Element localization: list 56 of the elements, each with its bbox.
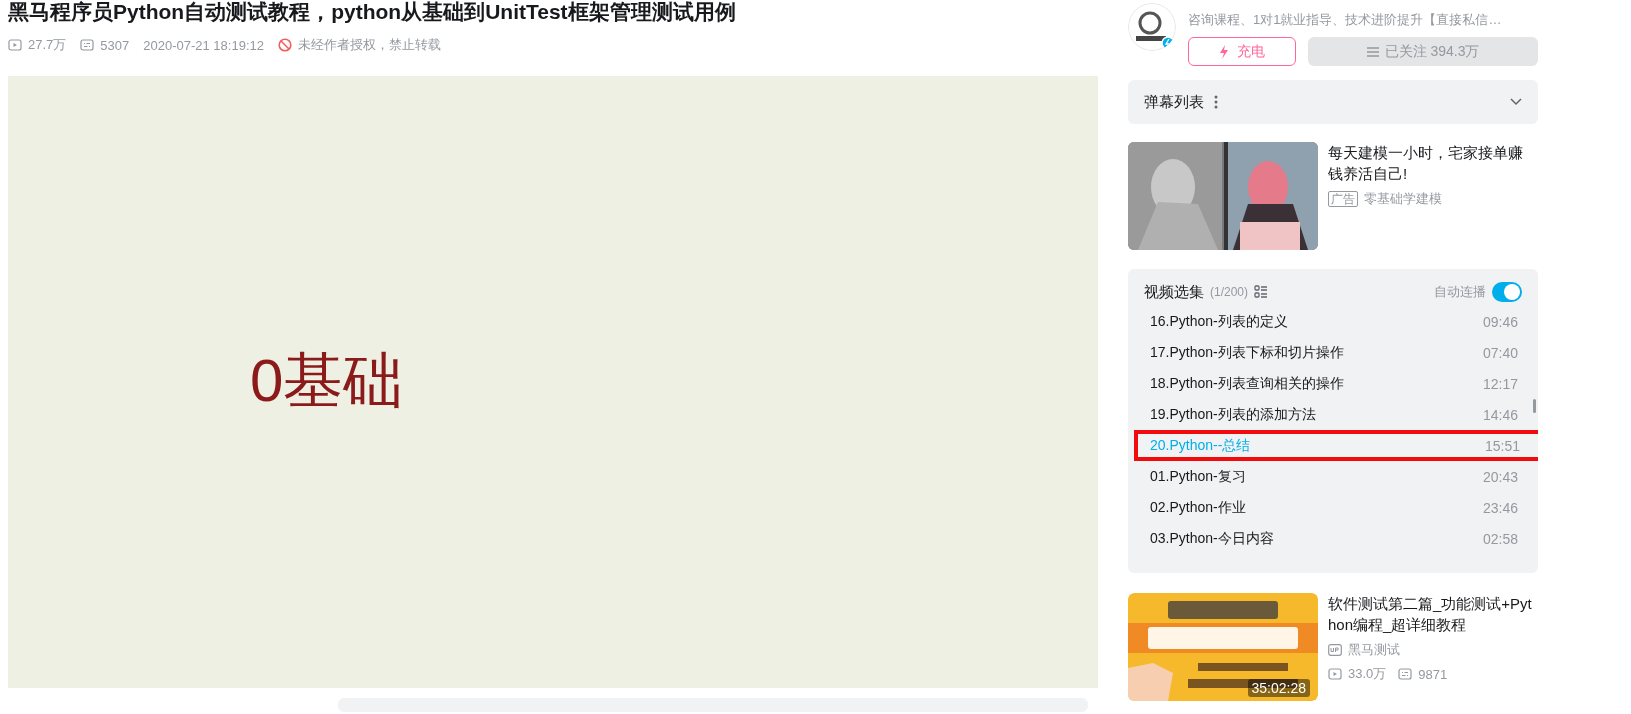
autoplay-toggle[interactable] [1492, 282, 1522, 302]
episode-duration: 02:58 [1482, 530, 1518, 547]
danmaku-list-label: 弹幕列表 [1144, 92, 1204, 112]
lightning-icon [1219, 44, 1229, 59]
autoplay-label: 自动连播 [1434, 283, 1486, 301]
playlist-item[interactable]: 03.Python-今日内容 02:58 [1130, 523, 1538, 554]
uploader-bio: 咨询课程、1对1就业指导、技术进阶提升【直接私信… [1188, 11, 1503, 29]
video-title: 黑马程序员Python自动测试教程，python从基础到UnitTest框架管理测试用例 [8, 0, 737, 24]
episode-duration: 09:46 [1482, 313, 1518, 330]
copyright-notice: 未经作者授权，禁止转载 [297, 36, 441, 54]
playlist-item[interactable]: 01.Python-复习 20:43 [1130, 461, 1538, 492]
episode-duration: 20:43 [1482, 468, 1518, 485]
playlist-item[interactable]: 18.Python-列表查询相关的操作 12:17 [1130, 368, 1538, 399]
danmaku-count: 5307 [100, 37, 130, 53]
ad-title[interactable]: 每天建模一小时，宅家接单赚钱养活自己! [1328, 142, 1528, 184]
up-icon [1328, 644, 1342, 656]
danmaku-count-icon [80, 38, 95, 52]
episode-title: 16.Python-列表的定义 [1150, 312, 1288, 331]
playlist-item[interactable]: 02.Python-作业 23:46 [1130, 492, 1538, 523]
ad-tag: 广告 [1328, 191, 1358, 207]
avatar[interactable] [1128, 3, 1176, 51]
video-duration: 35:02:28 [1247, 679, 1310, 697]
episode-duration: 23:46 [1482, 499, 1518, 516]
episode-title: 02.Python-作业 [1150, 498, 1246, 517]
view-count: 33.0万 [1348, 665, 1387, 683]
episode-title: 01.Python-复习 [1150, 467, 1246, 486]
chevron-down-icon[interactable] [1510, 98, 1522, 106]
danmaku-count: 9871 [1418, 666, 1448, 682]
no-entry-icon [277, 38, 292, 52]
playlist-title: 视频选集 [1144, 282, 1204, 302]
episode-duration: 15:51 [1484, 437, 1520, 454]
ad-source: 零基础学建模 [1364, 190, 1442, 208]
episode-duration: 12:17 [1482, 375, 1518, 392]
playlist-item[interactable]: 16.Python-列表的定义 09:46 [1130, 306, 1538, 337]
episode-title: 03.Python-今日内容 [1150, 529, 1274, 548]
danmaku-count-icon [1398, 667, 1413, 681]
danmaku-panel[interactable]: 弹幕列表 [1128, 80, 1538, 124]
episode-title: 18.Python-列表查询相关的操作 [1150, 374, 1344, 393]
slide-text: 0基础 [250, 346, 404, 416]
playlist-count: (1/200) [1210, 285, 1249, 299]
episode-title: 17.Python-列表下标和切片操作 [1150, 343, 1344, 362]
play-count-icon [1328, 667, 1342, 681]
episode-duration: 07:40 [1482, 344, 1518, 361]
video-title-link[interactable]: 软件测试第二篇_功能测试+Python编程_超详细教程 [1328, 593, 1538, 635]
episode-title: 19.Python-列表的添加方法 [1150, 405, 1316, 424]
episode-title: 20.Python--总结 [1150, 436, 1251, 455]
publish-date: 2020-07-21 18:19:12 [143, 37, 264, 53]
view-count: 27.7万 [28, 36, 67, 54]
play-count-icon [8, 38, 22, 52]
menu-icon [1366, 46, 1379, 57]
episode-duration: 14:46 [1482, 406, 1518, 423]
playlist-item[interactable]: 19.Python-列表的添加方法 14:46 [1130, 399, 1538, 430]
scrollbar-thumb[interactable] [1533, 399, 1536, 413]
playlist-item[interactable]: 17.Python-列表下标和切片操作 07:40 [1130, 337, 1538, 368]
list-view-icon[interactable] [1254, 285, 1269, 299]
more-icon[interactable] [1214, 95, 1218, 109]
